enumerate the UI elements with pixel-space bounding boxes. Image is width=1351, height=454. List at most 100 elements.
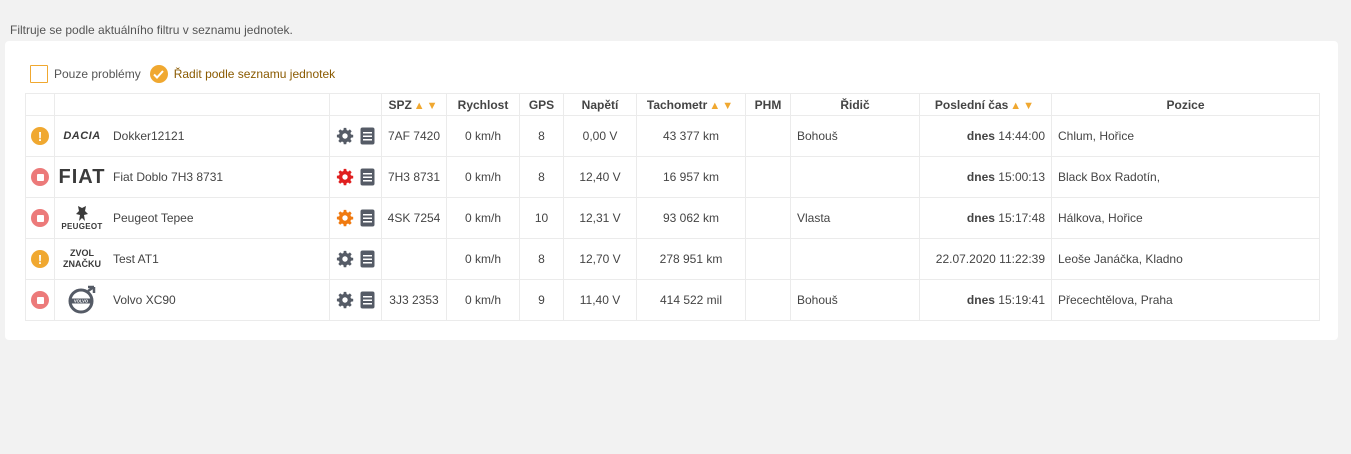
gear-icon[interactable] xyxy=(336,209,354,227)
stop-icon xyxy=(31,168,49,186)
gps-cell: 9 xyxy=(519,279,564,321)
voltage-cell: 0,00 V xyxy=(563,115,637,157)
unit-name[interactable]: Test AT1 xyxy=(113,252,159,266)
options-bar: Pouze problémy Řadit podle seznamu jedno… xyxy=(30,64,335,84)
header-phm: PHM xyxy=(745,93,791,116)
last-time-cell: dnes 15:19:41 xyxy=(919,279,1052,321)
unit-name[interactable]: Peugeot Tepee xyxy=(113,211,194,225)
phm-cell xyxy=(745,115,791,157)
gear-icon[interactable] xyxy=(336,168,354,186)
voltage-cell: 12,31 V xyxy=(563,197,637,239)
document-icon[interactable] xyxy=(360,209,375,227)
table-header: SPZ ▲▼ Rychlost GPS Napětí Tachometr ▲▼ PH… xyxy=(25,93,1320,116)
driver-cell xyxy=(790,238,920,280)
units-panel: Pouze problémy Řadit podle seznamu jedno… xyxy=(5,41,1338,340)
driver-cell xyxy=(790,156,920,198)
tachometer-cell: 414 522 mil xyxy=(636,279,746,321)
position-cell[interactable]: Hálkova, Hořice xyxy=(1051,197,1320,239)
lion-icon xyxy=(76,206,88,221)
table-row[interactable]: PEUGEOT Peugeot Tepee 4SK 7254 0 km/h 10… xyxy=(25,197,1320,239)
units-table: SPZ ▲▼ Rychlost GPS Napětí Tachometr ▲▼ PH… xyxy=(25,93,1320,321)
sort-arrows-icon[interactable]: ▲▼ xyxy=(414,100,440,112)
speed-cell: 0 km/h xyxy=(446,238,520,280)
header-voltage: Napětí xyxy=(563,93,637,116)
unit-name[interactable]: Volvo XC90 xyxy=(113,293,176,307)
table-row[interactable]: ! DACIA Dokker12121 7AF 7420 0 km/h 8 0,… xyxy=(25,115,1320,157)
gps-cell: 8 xyxy=(519,156,564,198)
spz-cell xyxy=(381,238,447,280)
voltage-cell: 11,40 V xyxy=(563,279,637,321)
volvo-logo-icon: VOLVO xyxy=(55,285,109,315)
position-cell[interactable]: Chlum, Hořice xyxy=(1051,115,1320,157)
header-unit xyxy=(54,93,330,116)
dacia-logo-icon: DACIA xyxy=(63,130,101,142)
gps-cell: 8 xyxy=(519,238,564,280)
peugeot-logo-icon: PEUGEOT xyxy=(55,205,109,231)
choose-brand-placeholder[interactable]: ZVOL ZNAČKU xyxy=(55,248,109,270)
document-icon[interactable] xyxy=(360,168,375,186)
tachometer-cell: 278 951 km xyxy=(636,238,746,280)
spz-cell: 3J3 2353 xyxy=(381,279,447,321)
table-row[interactable]: FIAT Fiat Doblo 7H3 8731 7H3 8731 0 km/h… xyxy=(25,156,1320,198)
unit-name[interactable]: Fiat Doblo 7H3 8731 xyxy=(113,170,223,184)
speed-cell: 0 km/h xyxy=(446,115,520,157)
speed-cell: 0 km/h xyxy=(446,197,520,239)
last-time-cell: dnes 14:44:00 xyxy=(919,115,1052,157)
header-position: Pozice xyxy=(1051,93,1320,116)
document-icon[interactable] xyxy=(360,291,375,309)
voltage-cell: 12,70 V xyxy=(563,238,637,280)
only-problems-checkbox[interactable] xyxy=(30,65,48,83)
sort-arrows-icon[interactable]: ▲▼ xyxy=(709,100,735,112)
last-time-cell: dnes 15:17:48 xyxy=(919,197,1052,239)
last-time-cell: dnes 15:00:13 xyxy=(919,156,1052,198)
position-cell[interactable]: Přecechtělova, Praha xyxy=(1051,279,1320,321)
phm-cell xyxy=(745,156,791,198)
header-gps: GPS xyxy=(519,93,564,116)
stop-icon xyxy=(31,291,49,309)
phm-cell xyxy=(745,279,791,321)
speed-cell: 0 km/h xyxy=(446,156,520,198)
header-status xyxy=(25,93,55,116)
header-spz[interactable]: SPZ ▲▼ xyxy=(381,93,447,116)
spz-cell: 7AF 7420 xyxy=(381,115,447,157)
warning-icon: ! xyxy=(31,250,49,268)
gear-icon[interactable] xyxy=(336,250,354,268)
tachometer-cell: 16 957 km xyxy=(636,156,746,198)
header-last-time[interactable]: Poslední čas ▲▼ xyxy=(919,93,1052,116)
phm-cell xyxy=(745,197,791,239)
document-icon[interactable] xyxy=(360,250,375,268)
only-problems-label[interactable]: Pouze problémy xyxy=(54,67,141,81)
sort-by-list-label[interactable]: Řadit podle seznamu jednotek xyxy=(174,67,335,81)
fiat-logo-icon: FIAT xyxy=(58,165,106,188)
svg-text:VOLVO: VOLVO xyxy=(74,299,89,304)
sort-arrows-icon[interactable]: ▲▼ xyxy=(1010,100,1036,112)
gps-cell: 8 xyxy=(519,115,564,157)
phm-cell xyxy=(745,238,791,280)
table-row[interactable]: VOLVO Volvo XC90 3J3 2353 0 km/h 9 11,40… xyxy=(25,279,1320,321)
driver-cell: Vlasta xyxy=(790,197,920,239)
tachometer-cell: 93 062 km xyxy=(636,197,746,239)
header-driver: Řidič xyxy=(790,93,920,116)
header-speed: Rychlost xyxy=(446,93,520,116)
gear-icon[interactable] xyxy=(336,127,354,145)
table-row[interactable]: ! ZVOL ZNAČKU Test AT1 0 km/h 8 12,70 V … xyxy=(25,238,1320,280)
header-tools xyxy=(329,93,382,116)
last-time-cell: 22.07.2020 11:22:39 xyxy=(919,238,1052,280)
filter-note: Filtruje se podle aktuálního filtru v se… xyxy=(10,23,293,37)
unit-name[interactable]: Dokker12121 xyxy=(113,129,184,143)
warning-icon: ! xyxy=(31,127,49,145)
tachometer-cell: 43 377 km xyxy=(636,115,746,157)
header-tachometer[interactable]: Tachometr ▲▼ xyxy=(636,93,746,116)
gps-cell: 10 xyxy=(519,197,564,239)
checkmark-icon xyxy=(153,69,164,79)
position-cell[interactable]: Black Box Radotín, xyxy=(1051,156,1320,198)
voltage-cell: 12,40 V xyxy=(563,156,637,198)
spz-cell: 7H3 8731 xyxy=(381,156,447,198)
position-cell[interactable]: Leoše Janáčka, Kladno xyxy=(1051,238,1320,280)
sort-by-list-checkbox[interactable] xyxy=(149,65,168,83)
document-icon[interactable] xyxy=(360,127,375,145)
speed-cell: 0 km/h xyxy=(446,279,520,321)
stop-icon xyxy=(31,209,49,227)
spz-cell: 4SK 7254 xyxy=(381,197,447,239)
gear-icon[interactable] xyxy=(336,291,354,309)
